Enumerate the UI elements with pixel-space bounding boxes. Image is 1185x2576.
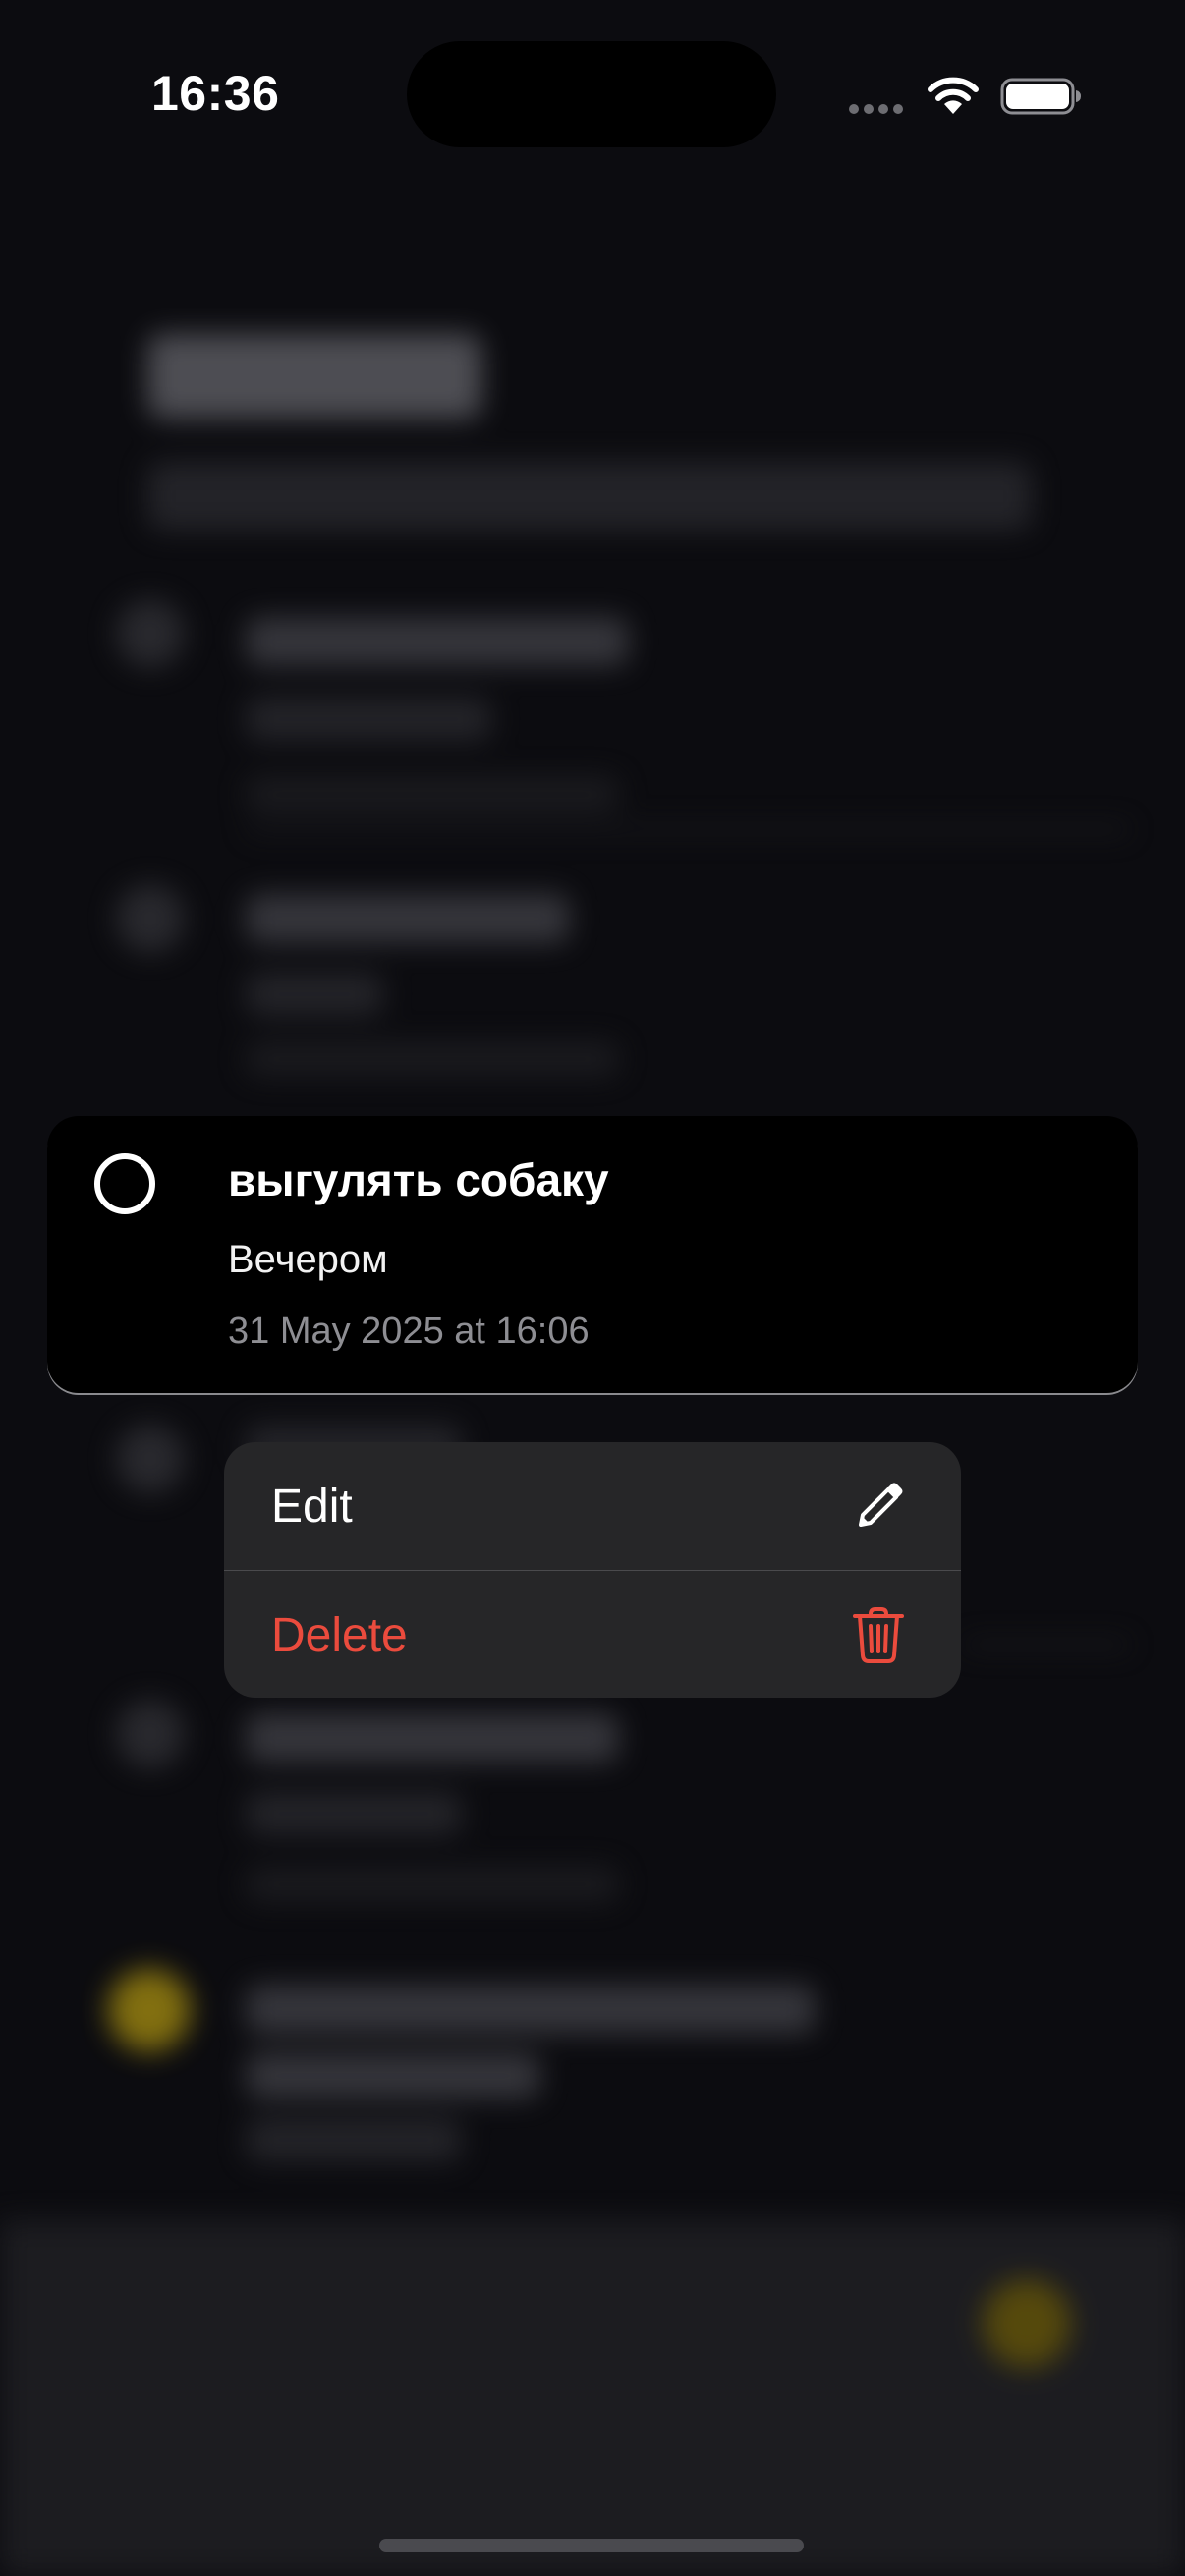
blurred-row-date (246, 1041, 619, 1077)
trash-icon (853, 1607, 904, 1663)
blurred-divider (246, 825, 1130, 833)
delete-label: Delete (271, 1609, 408, 1661)
blurred-row-title (246, 1713, 619, 1763)
blurred-checkbox (116, 599, 185, 668)
edit-label: Edit (271, 1481, 353, 1533)
blurred-checkbox (116, 884, 185, 953)
blurred-row-note (246, 698, 491, 741)
pencil-icon (859, 1483, 903, 1527)
task-card[interactable]: выгулять собаку Вечером 31 May 2025 at 1… (47, 1116, 1138, 1393)
cellular-signal-icon (849, 104, 903, 114)
battery-icon (1000, 78, 1081, 115)
blurred-checkbox (116, 1700, 185, 1768)
blurred-bottom-toolbar (0, 2220, 1185, 2576)
screen: 16:36 выгулять собаку Вечером 31 May 202… (0, 0, 1185, 2576)
blurred-flag-marker (108, 1969, 191, 2051)
blurred-row-date (246, 776, 619, 812)
blurred-row-note (246, 2118, 462, 2161)
dynamic-island (407, 41, 776, 147)
task-note: Вечером (228, 1238, 388, 1281)
status-time: 16:36 (151, 66, 280, 121)
blurred-row-note (246, 1792, 462, 1835)
home-indicator[interactable] (379, 2539, 804, 2552)
blurred-row-title (246, 2053, 540, 2099)
task-date: 31 May 2025 at 16:06 (228, 1311, 590, 1352)
blurred-add-button (983, 2279, 1071, 2368)
blurred-row-title (246, 894, 570, 943)
task-checkbox[interactable] (94, 1153, 155, 1214)
blurred-page-title (147, 334, 481, 419)
wifi-icon (928, 77, 979, 114)
blurred-row-title (246, 1985, 816, 2034)
delete-menu-item[interactable]: Delete (224, 1571, 961, 1698)
blurred-checkbox (116, 1425, 185, 1493)
blurred-row-date (246, 1867, 619, 1902)
blurred-row-note (246, 973, 383, 1016)
task-title: выгулять собаку (228, 1154, 609, 1205)
context-menu: Edit Delete (224, 1442, 961, 1698)
blurred-search-field (147, 462, 1032, 531)
blurred-divider (963, 1641, 1130, 1649)
edit-menu-item[interactable]: Edit (224, 1442, 961, 1570)
blurred-row-title (246, 617, 629, 666)
